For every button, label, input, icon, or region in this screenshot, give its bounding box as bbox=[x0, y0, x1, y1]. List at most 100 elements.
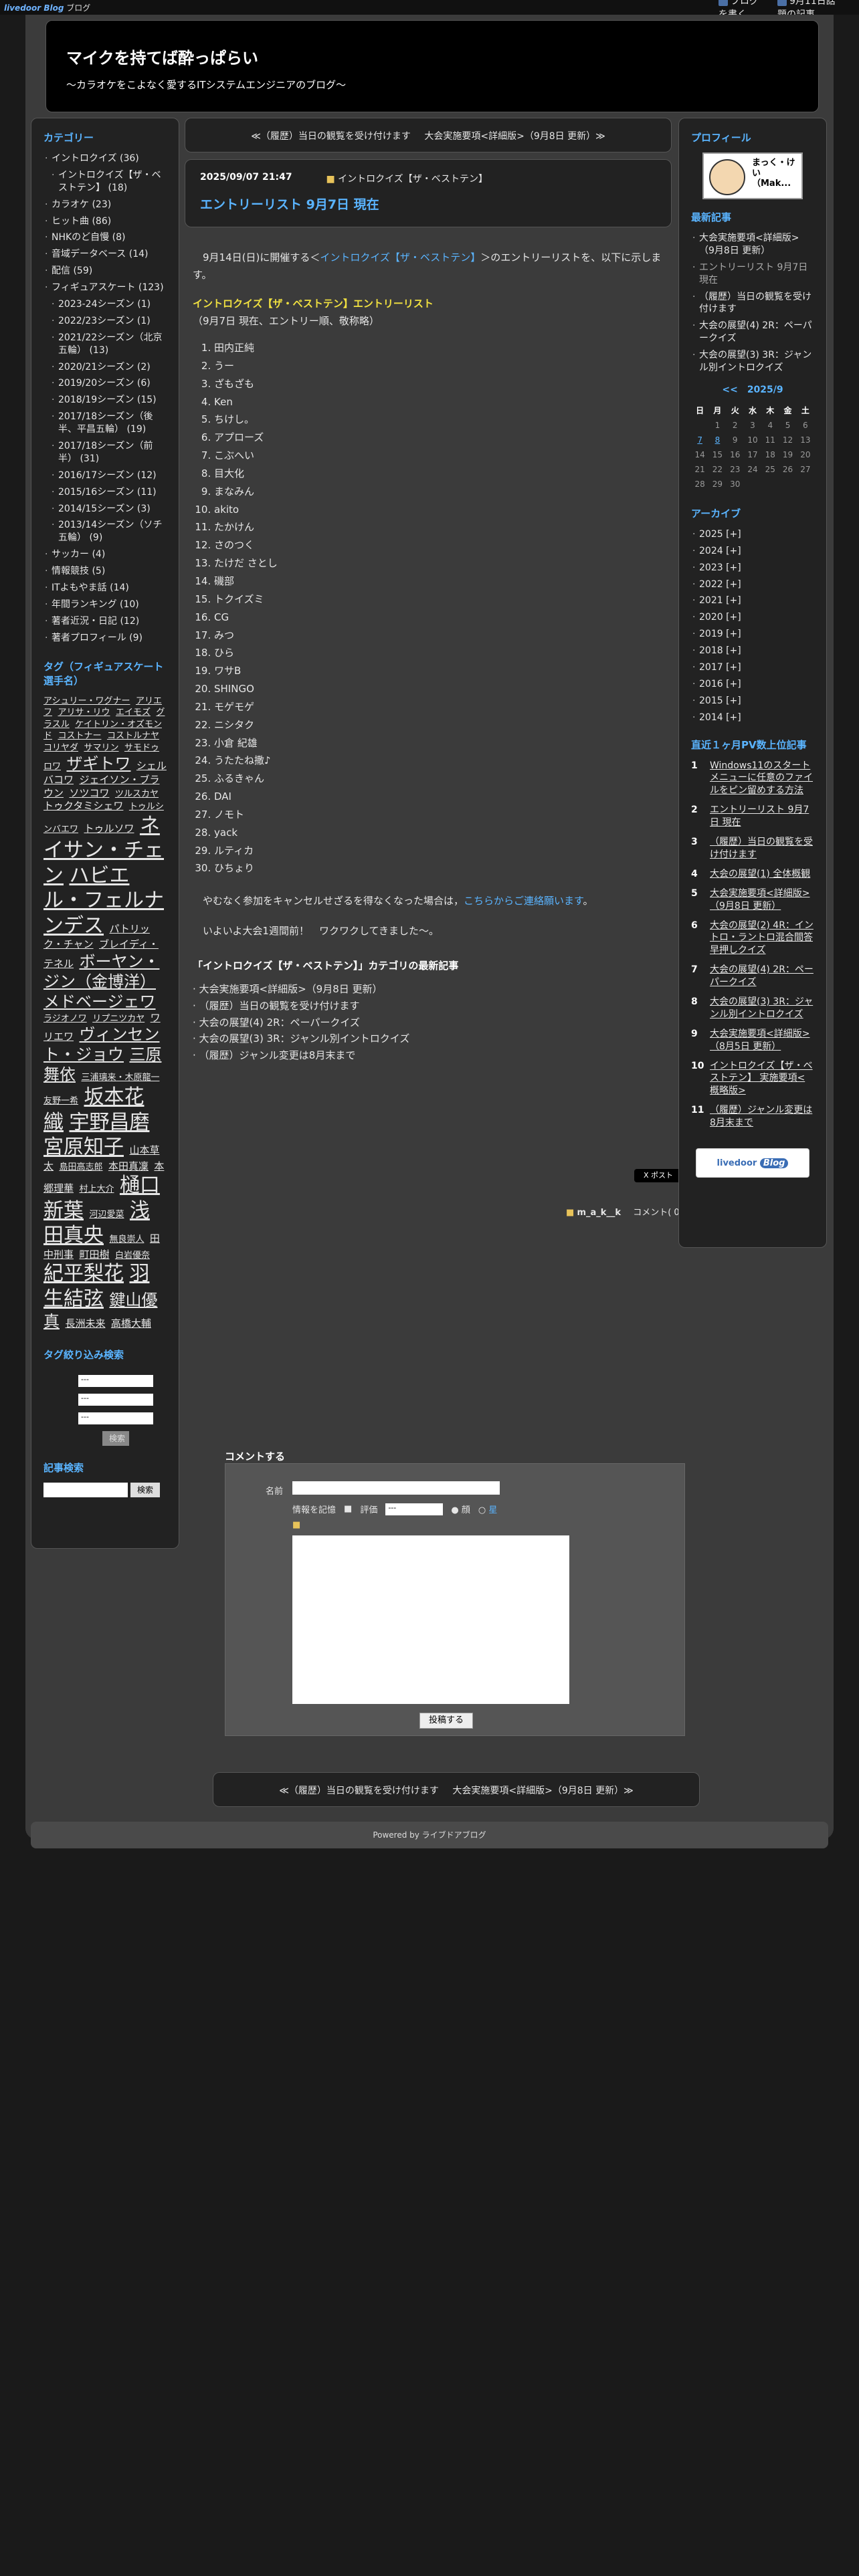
recent-item[interactable]: （履歴）当日の観覧を受け付けます bbox=[691, 291, 814, 316]
archive-link[interactable]: 2021 [+] bbox=[699, 595, 741, 606]
category-link[interactable]: 2021/22シーズン（北京五輪） (13) bbox=[58, 332, 162, 356]
tag-link[interactable]: コストナー bbox=[58, 731, 101, 741]
profile-image[interactable]: まっく・けい（Mak... bbox=[702, 152, 803, 199]
search-input[interactable] bbox=[43, 1483, 128, 1498]
archive-link[interactable]: 2014 [+] bbox=[699, 712, 741, 723]
category-link[interactable]: 2023-24シーズン (1) bbox=[58, 299, 151, 310]
ranking-item[interactable]: 10 イントロクイズ【ザ・ベストテン】 実施要項<概略版> bbox=[691, 1060, 814, 1098]
category-link[interactable]: 著者プロフィール (9) bbox=[52, 633, 142, 643]
tag-link[interactable]: トゥクタミシェワ bbox=[43, 800, 123, 812]
category-link[interactable]: 2016/17シーズン (12) bbox=[58, 470, 157, 481]
rank-link[interactable]: 大会実施要項<詳細版>（9月8日 更新） bbox=[710, 887, 814, 913]
calendar-title[interactable]: << 2025/9 bbox=[691, 383, 814, 396]
tag-link[interactable]: 河辺愛菜 bbox=[89, 1210, 124, 1220]
latest-link[interactable]: 大会の展望(4) 2R：ペーパークイズ bbox=[199, 1016, 360, 1029]
category-link[interactable]: 2015/16シーズン (11) bbox=[58, 487, 157, 498]
category-link[interactable]: 著者近況・日記 (12) bbox=[52, 616, 139, 627]
archive-item[interactable]: 2019 [+] bbox=[691, 628, 814, 641]
face-radio[interactable]: ● 顔 bbox=[451, 1503, 470, 1515]
calendar-day[interactable]: 7 bbox=[691, 433, 708, 447]
prev-entry-link-bottom[interactable]: ≪（履歴）当日の観覧を受け付けます bbox=[279, 1786, 439, 1796]
category-item[interactable]: 2014/15シーズン (3) bbox=[50, 503, 167, 516]
ranking-item[interactable]: 8 大会の展望(3) 3R：ジャンル別イントロクイズ bbox=[691, 996, 814, 1021]
submit-button[interactable]: 投稿する bbox=[419, 1713, 473, 1729]
category-link[interactable]: NHKのど自慢 (8) bbox=[52, 232, 125, 243]
recent-item[interactable]: 大会実施要項<詳細版>（9月8日 更新） bbox=[691, 232, 814, 257]
recent-item[interactable]: 大会の展望(4) 2R：ペーパークイズ bbox=[691, 320, 814, 345]
recent-link[interactable]: 大会の展望(3) 3R：ジャンル別イントロクイズ bbox=[699, 350, 812, 373]
archive-item[interactable]: 2014 [+] bbox=[691, 712, 814, 724]
latest-link[interactable]: 大会の展望(3) 3R：ジャンル別イントロクイズ bbox=[199, 1033, 410, 1045]
ranking-item[interactable]: 11 （履歴）ジャンル変更は8月末まで bbox=[691, 1104, 814, 1130]
ranking-item[interactable]: 9 大会実施要項<詳細版>（8月5日 更新） bbox=[691, 1028, 814, 1053]
name-input[interactable] bbox=[292, 1481, 500, 1495]
category-link[interactable]: 2013/14シーズン（ソチ五輪） (9) bbox=[58, 520, 162, 543]
tag-link[interactable]: リプニツカヤ bbox=[92, 1014, 145, 1024]
recent-link[interactable]: 大会実施要項<詳細版>（9月8日 更新） bbox=[699, 233, 799, 256]
tag-select-3[interactable]: --- bbox=[78, 1412, 153, 1425]
tag-link[interactable]: 白岩優奈 bbox=[115, 1251, 150, 1261]
category-link[interactable]: 年間ランキング (10) bbox=[52, 599, 139, 610]
rank-link[interactable]: 大会実施要項<詳細版>（8月5日 更新） bbox=[710, 1028, 814, 1053]
category-item[interactable]: カラオケ (23) bbox=[43, 199, 167, 211]
archive-item[interactable]: 2016 [+] bbox=[691, 678, 814, 691]
rating-select[interactable]: --- bbox=[385, 1503, 444, 1515]
category-link[interactable]: 情報競技 (5) bbox=[52, 566, 105, 576]
tag-link[interactable]: トゥルソワ bbox=[84, 823, 134, 835]
ranking-item[interactable]: 3 （履歴）当日の観覧を受け付けます bbox=[691, 836, 814, 861]
tag-link[interactable]: 宮原知子 bbox=[43, 1136, 124, 1159]
archive-item[interactable]: 2024 [+] bbox=[691, 545, 814, 558]
latest-link[interactable]: （履歴）ジャンル変更は8月末まで bbox=[199, 1049, 356, 1061]
latest-link[interactable]: （履歴）当日の観覧を受け付けます bbox=[199, 1000, 360, 1012]
blog-title[interactable]: マイクを持てば酔っぱらい bbox=[66, 45, 798, 68]
category-item[interactable]: 年間ランキング (10) bbox=[43, 599, 167, 611]
archive-link[interactable]: 2023 [+] bbox=[699, 562, 741, 573]
category-link[interactable]: イントロクイズ (36) bbox=[52, 153, 139, 164]
tag-search-button[interactable]: 検索 bbox=[102, 1431, 129, 1446]
ranking-item[interactable]: 1 Windows11のスタートメニューに任意のファイルをピン留めする方法 bbox=[691, 760, 814, 798]
remember-checkbox[interactable]: ■ bbox=[344, 1504, 352, 1514]
contact-link[interactable]: こちらからご連絡願います bbox=[464, 895, 583, 907]
livedoor-blog-badge[interactable]: livedoor Blog bbox=[696, 1148, 809, 1178]
category-item[interactable]: 情報競技 (5) bbox=[43, 565, 167, 578]
ranking-item[interactable]: 2 エントリーリスト 9月7日 現在 bbox=[691, 804, 814, 829]
tag-link[interactable]: 三浦璃来・木原龍一 bbox=[81, 1073, 159, 1083]
tag-link[interactable]: 島田高志郎 bbox=[59, 1162, 102, 1172]
category-item[interactable]: 配信 (59) bbox=[43, 265, 167, 278]
category-item[interactable]: イントロクイズ (36) bbox=[43, 152, 167, 165]
archive-item[interactable]: 2023 [+] bbox=[691, 562, 814, 574]
tag-link[interactable]: 無良崇人 bbox=[109, 1235, 144, 1245]
category-item[interactable]: 2017/18シーズン（後半、平昌五輪） (19) bbox=[50, 411, 167, 436]
archive-item[interactable]: 2017 [+] bbox=[691, 661, 814, 674]
recent-item[interactable]: 大会の展望(3) 3R：ジャンル別イントロクイズ bbox=[691, 349, 814, 374]
rank-link[interactable]: エントリーリスト 9月7日 現在 bbox=[710, 804, 814, 829]
category-item[interactable]: 2015/16シーズン (11) bbox=[50, 486, 167, 499]
category-item[interactable]: イントロクイズ【ザ・ベストテン】 (18) bbox=[50, 169, 167, 195]
category-item[interactable]: 2018/19シーズン (15) bbox=[50, 394, 167, 407]
category-item[interactable]: ITよもやま話 (14) bbox=[43, 582, 167, 595]
archive-link[interactable]: 2017 [+] bbox=[699, 662, 741, 673]
archive-item[interactable]: 2022 [+] bbox=[691, 578, 814, 591]
category-link[interactable]: 2014/15シーズン (3) bbox=[58, 504, 151, 514]
rank-link[interactable]: 大会の展望(2) 4R：イントロ・ラントロ混合間答早押しクイズ bbox=[710, 920, 814, 958]
category-link[interactable]: 配信 (59) bbox=[52, 265, 92, 276]
tag-link[interactable]: 高橋大輔 bbox=[111, 1317, 151, 1329]
archive-link[interactable]: 2024 [+] bbox=[699, 546, 741, 556]
ranking-item[interactable]: 5 大会実施要項<詳細版>（9月8日 更新） bbox=[691, 887, 814, 913]
tag-link[interactable]: ツルスカヤ bbox=[115, 789, 159, 799]
tag-link[interactable]: 村上大介 bbox=[79, 1184, 114, 1194]
rank-link[interactable]: 大会の展望(3) 3R：ジャンル別イントロクイズ bbox=[710, 996, 814, 1021]
tag-link[interactable]: コリヤダ bbox=[43, 743, 78, 753]
powered-by[interactable]: Powered by ライブドアブログ bbox=[31, 1822, 828, 1848]
category-link[interactable]: 2019/20シーズン (6) bbox=[58, 378, 151, 389]
livedoor-logo[interactable]: livedoor Blog ブログ bbox=[4, 2, 90, 13]
category-item[interactable]: 音域データベース (14) bbox=[43, 248, 167, 261]
calendar-day[interactable]: 8 bbox=[708, 433, 726, 447]
category-link[interactable]: 2020/21シーズン (2) bbox=[58, 362, 151, 372]
archive-item[interactable]: 2018 [+] bbox=[691, 645, 814, 657]
tag-link[interactable]: 町田樹 bbox=[79, 1249, 109, 1261]
next-entry-link-bottom[interactable]: 大会実施要項<詳細版>（9月8日 更新）≫ bbox=[452, 1786, 633, 1796]
tag-select-2[interactable]: --- bbox=[78, 1394, 153, 1406]
category-item[interactable]: 2020/21シーズン (2) bbox=[50, 361, 167, 374]
tag-link[interactable]: アシュリー・ワグナー bbox=[43, 696, 130, 706]
